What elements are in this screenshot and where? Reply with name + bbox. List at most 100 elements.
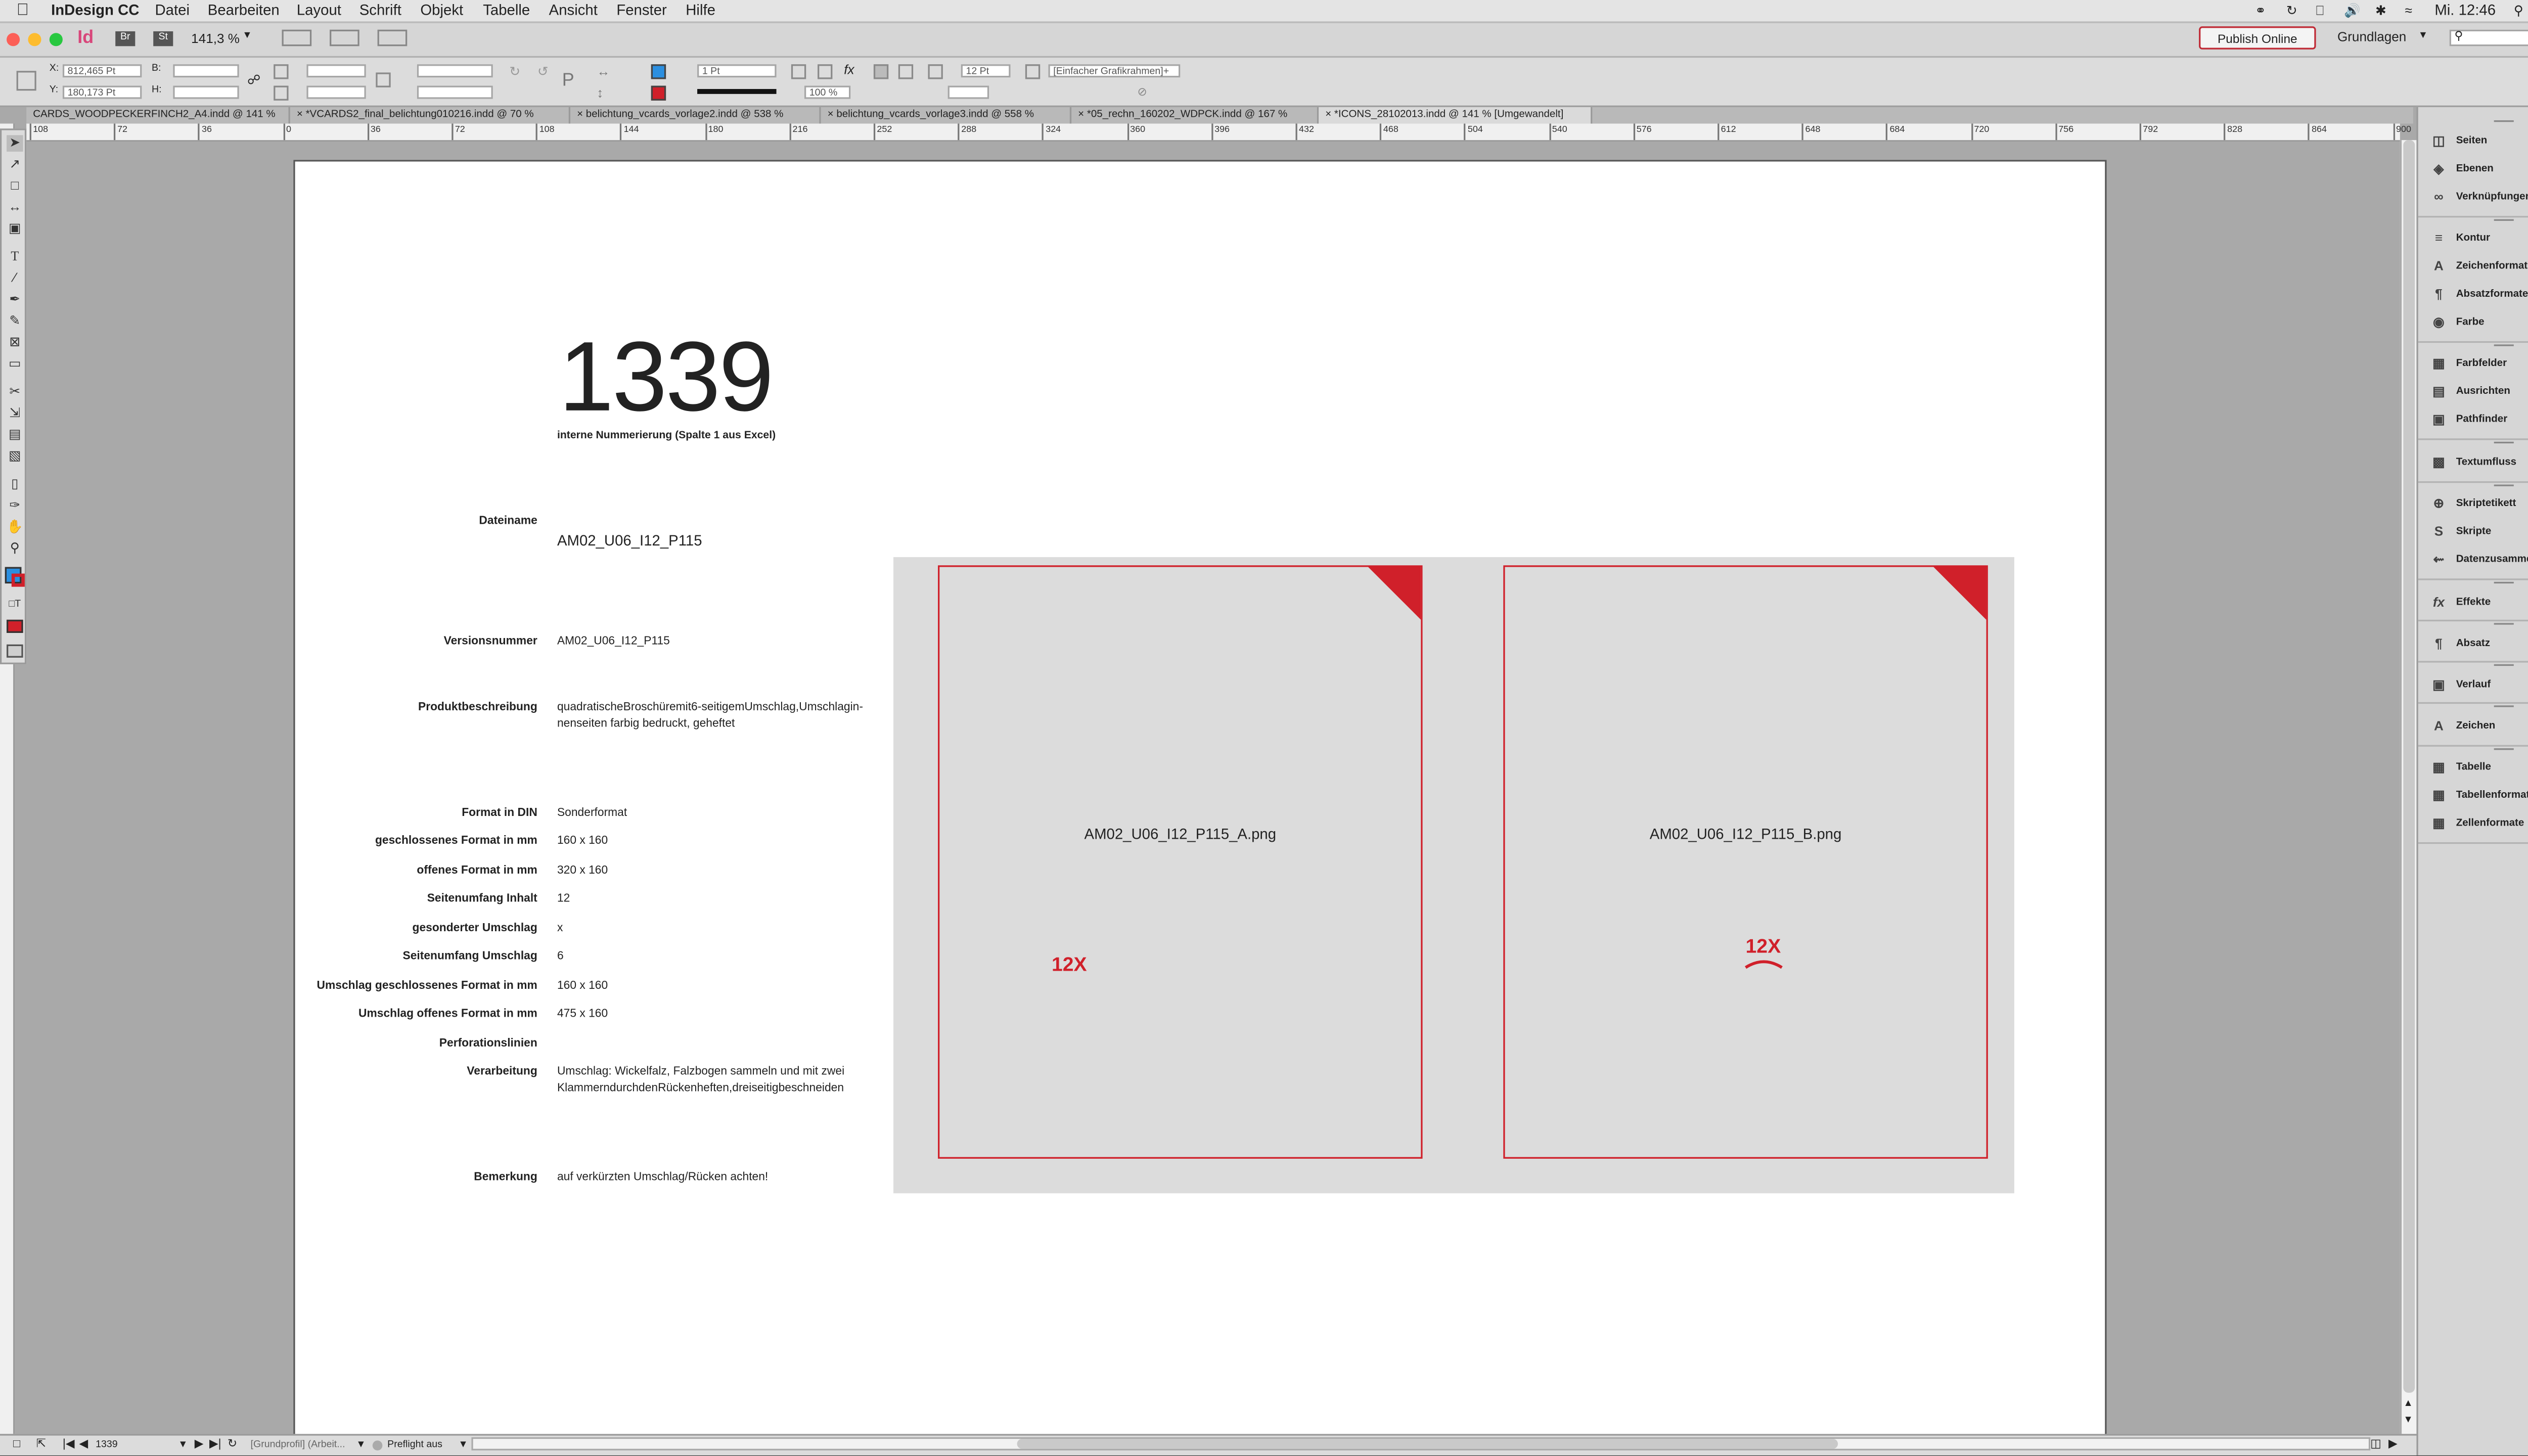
previous-page-icon[interactable]: ◀ <box>79 1436 88 1455</box>
menu-layout[interactable]: Layout <box>297 0 341 21</box>
apply-color-icon[interactable] <box>7 619 23 633</box>
image-frame-group[interactable]: AM02_U06_I12_P115_A.png 12X AM02_U06_I12… <box>893 557 2014 1194</box>
workspace-switcher[interactable]: Grundlagen <box>2337 30 2406 44</box>
close-icon[interactable]: × <box>1325 109 1334 120</box>
field-value[interactable]: auf verkürzten Umschlag/Rücken achten! <box>557 1172 768 1184</box>
number-caption[interactable]: interne Nummerierung (Spalte 1 aus Excel… <box>557 430 776 442</box>
screen-mode-button[interactable] <box>330 29 359 47</box>
align-center-icon[interactable] <box>898 64 914 79</box>
rotate-cw-icon[interactable]: ↻ <box>509 64 520 79</box>
creative-cloud-icon[interactable]: ⚭ <box>2255 0 2266 21</box>
scroll-thumb[interactable] <box>1017 1439 1838 1449</box>
rotate-ccw-icon[interactable]: ↺ <box>537 64 549 79</box>
tab-document[interactable]: × *05_rechn_160202_WDPCK.indd @ 167 % <box>1071 107 1319 124</box>
selection-tool-icon[interactable]: ➤ <box>7 135 23 152</box>
document-page[interactable]: 1339 interne Nummerierung (Spalte 1 aus … <box>293 160 2107 1437</box>
minimize-window-icon[interactable] <box>28 33 41 47</box>
field-value[interactable]: 160 x 160 <box>557 836 608 847</box>
scissors-tool-icon[interactable]: ✂ <box>7 384 23 401</box>
eyedropper-tool-icon[interactable]: ✑ <box>7 498 23 515</box>
split-window-icon[interactable]: ◫ <box>2370 1436 2381 1455</box>
flip-vertical-icon[interactable]: ↕ <box>597 86 603 101</box>
screen-mode-icon[interactable] <box>7 644 23 658</box>
menu-bearbeiten[interactable]: Bearbeiten <box>208 0 280 21</box>
field-value[interactable]: 12 <box>557 893 570 905</box>
first-page-icon[interactable]: |◀ <box>63 1436 74 1455</box>
sync-icon[interactable]: ↻ <box>2286 0 2297 21</box>
stroke-swatch[interactable] <box>651 85 666 101</box>
tab-document[interactable]: × belichtung_vcards_vorlage3.indd @ 558 … <box>821 107 1072 124</box>
zoom-level[interactable]: 141,3 % <box>191 31 240 46</box>
menu-tabelle[interactable]: Tabelle <box>483 0 530 21</box>
menu-schrift[interactable]: Schrift <box>359 0 401 21</box>
menu-fenster[interactable]: Fenster <box>616 0 666 21</box>
gap-field[interactable]: 12 Pt <box>961 64 1011 78</box>
page-number-field[interactable]: 1339 <box>96 1436 118 1455</box>
page-dropdown-icon[interactable]: ▼ <box>178 1436 188 1455</box>
image-filename[interactable]: AM02_U06_I12_P115_A.png <box>939 826 1421 842</box>
constrain-scale-icon[interactable] <box>376 72 391 87</box>
menu-objekt[interactable]: Objekt <box>420 0 463 21</box>
field-value[interactable]: Sonderformat <box>557 807 627 819</box>
menu-ansicht[interactable]: Ansicht <box>549 0 598 21</box>
field-value[interactable]: 320 x 160 <box>557 866 608 877</box>
type-tool-icon[interactable]: T <box>7 249 23 265</box>
panel-grip[interactable] <box>2494 344 2514 346</box>
field-label[interactable]: Perforationslinien <box>439 1038 537 1050</box>
scale-x-field[interactable] <box>306 64 366 78</box>
field-label[interactable]: Versionsnummer <box>444 636 537 648</box>
close-window-icon[interactable] <box>7 33 20 47</box>
opacity-field[interactable]: 100 % <box>804 85 851 99</box>
field-label[interactable]: geschlossenes Format in mm <box>375 836 537 847</box>
field-label[interactable]: gesonderter Umschlag <box>413 923 537 935</box>
panel-textumfluss[interactable]: ▩ Textumfluss <box>2428 451 2528 475</box>
rectangle-frame-tool-icon[interactable]: ⊠ <box>7 335 23 351</box>
panel-datenzusammenfuehrung[interactable]: ⇜ Datenzusammenführ... <box>2428 549 2528 572</box>
stroke-type-selector[interactable] <box>697 89 777 94</box>
rectangle-tool-icon[interactable]: ▭ <box>7 356 23 373</box>
display-icon[interactable]: ⎕ <box>2316 0 2324 21</box>
field-value[interactable]: AM02_U06_I12_P115 <box>557 532 702 549</box>
chevron-down-icon[interactable]: ▼ <box>242 31 252 41</box>
align-left-icon[interactable] <box>873 64 889 79</box>
chevron-down-icon[interactable]: ▼ <box>356 1436 366 1455</box>
y-position-field[interactable]: 180,173 Pt <box>62 85 142 99</box>
panel-grip[interactable] <box>2494 120 2514 122</box>
close-icon[interactable]: × <box>1078 109 1087 120</box>
open-in-window-icon[interactable]: ⇱ <box>36 1436 46 1455</box>
search-input[interactable]: ⚲ <box>2449 29 2528 47</box>
field-label[interactable]: Seitenumfang Inhalt <box>427 893 537 905</box>
tab-document[interactable]: CARDS_WOODPECKERFINCH2_A4.indd @ 141 % <box>26 107 290 124</box>
object-style-select[interactable]: [Einfacher Grafikrahmen]+ <box>1048 64 1181 78</box>
panel-grip[interactable] <box>2494 664 2514 666</box>
image-frame[interactable]: AM02_U06_I12_P115_B.png 12X <box>1503 565 1988 1159</box>
wifi-icon[interactable]: ≈ <box>2405 0 2412 21</box>
width-field[interactable] <box>173 64 239 78</box>
panel-pathfinder[interactable]: ▣ Pathfinder <box>2428 409 2528 432</box>
gap-icon[interactable] <box>928 64 943 79</box>
panel-verknuepfungen[interactable]: ∞ Verknüpfungen <box>2428 186 2528 209</box>
frame-fitting-icon[interactable] <box>818 64 833 79</box>
horizontal-scrollbar[interactable] <box>471 1437 2371 1450</box>
gradient-swatch-tool-icon[interactable]: ▤ <box>7 427 23 443</box>
bridge-button[interactable]: Br <box>115 31 136 47</box>
pen-tool-icon[interactable]: ✒ <box>7 292 23 308</box>
hand-tool-icon[interactable]: ✋ <box>7 519 23 536</box>
panel-grip[interactable] <box>2494 219 2514 221</box>
effects-icon[interactable]: fx <box>844 63 854 77</box>
close-icon[interactable]: × <box>297 109 306 120</box>
field-label[interactable]: Seitenumfang Umschlag <box>403 951 537 963</box>
gap-tool-icon[interactable]: ↔ <box>7 199 23 216</box>
clock[interactable]: Mi. 12:46 <box>2434 0 2496 21</box>
chevron-down-icon[interactable]: ▼ <box>2418 31 2428 41</box>
panel-ausrichten[interactable]: ▤ Ausrichten <box>2428 381 2528 404</box>
field-value[interactable]: quadratischeBroschüremit6-seitigemUmschl… <box>557 702 863 714</box>
menu-hilfe[interactable]: Hilfe <box>686 0 715 21</box>
field-value[interactable]: AM02_U06_I12_P115 <box>557 636 670 648</box>
field-label[interactable]: Umschlag geschlossenes Format in mm <box>317 981 537 992</box>
panel-grip[interactable] <box>2494 705 2514 707</box>
shear-field[interactable] <box>417 85 493 99</box>
pencil-tool-icon[interactable]: ✎ <box>7 313 23 330</box>
frame-fitting-icon[interactable] <box>791 64 806 79</box>
constrain-proportions-icon[interactable]: ☍ <box>247 72 260 87</box>
